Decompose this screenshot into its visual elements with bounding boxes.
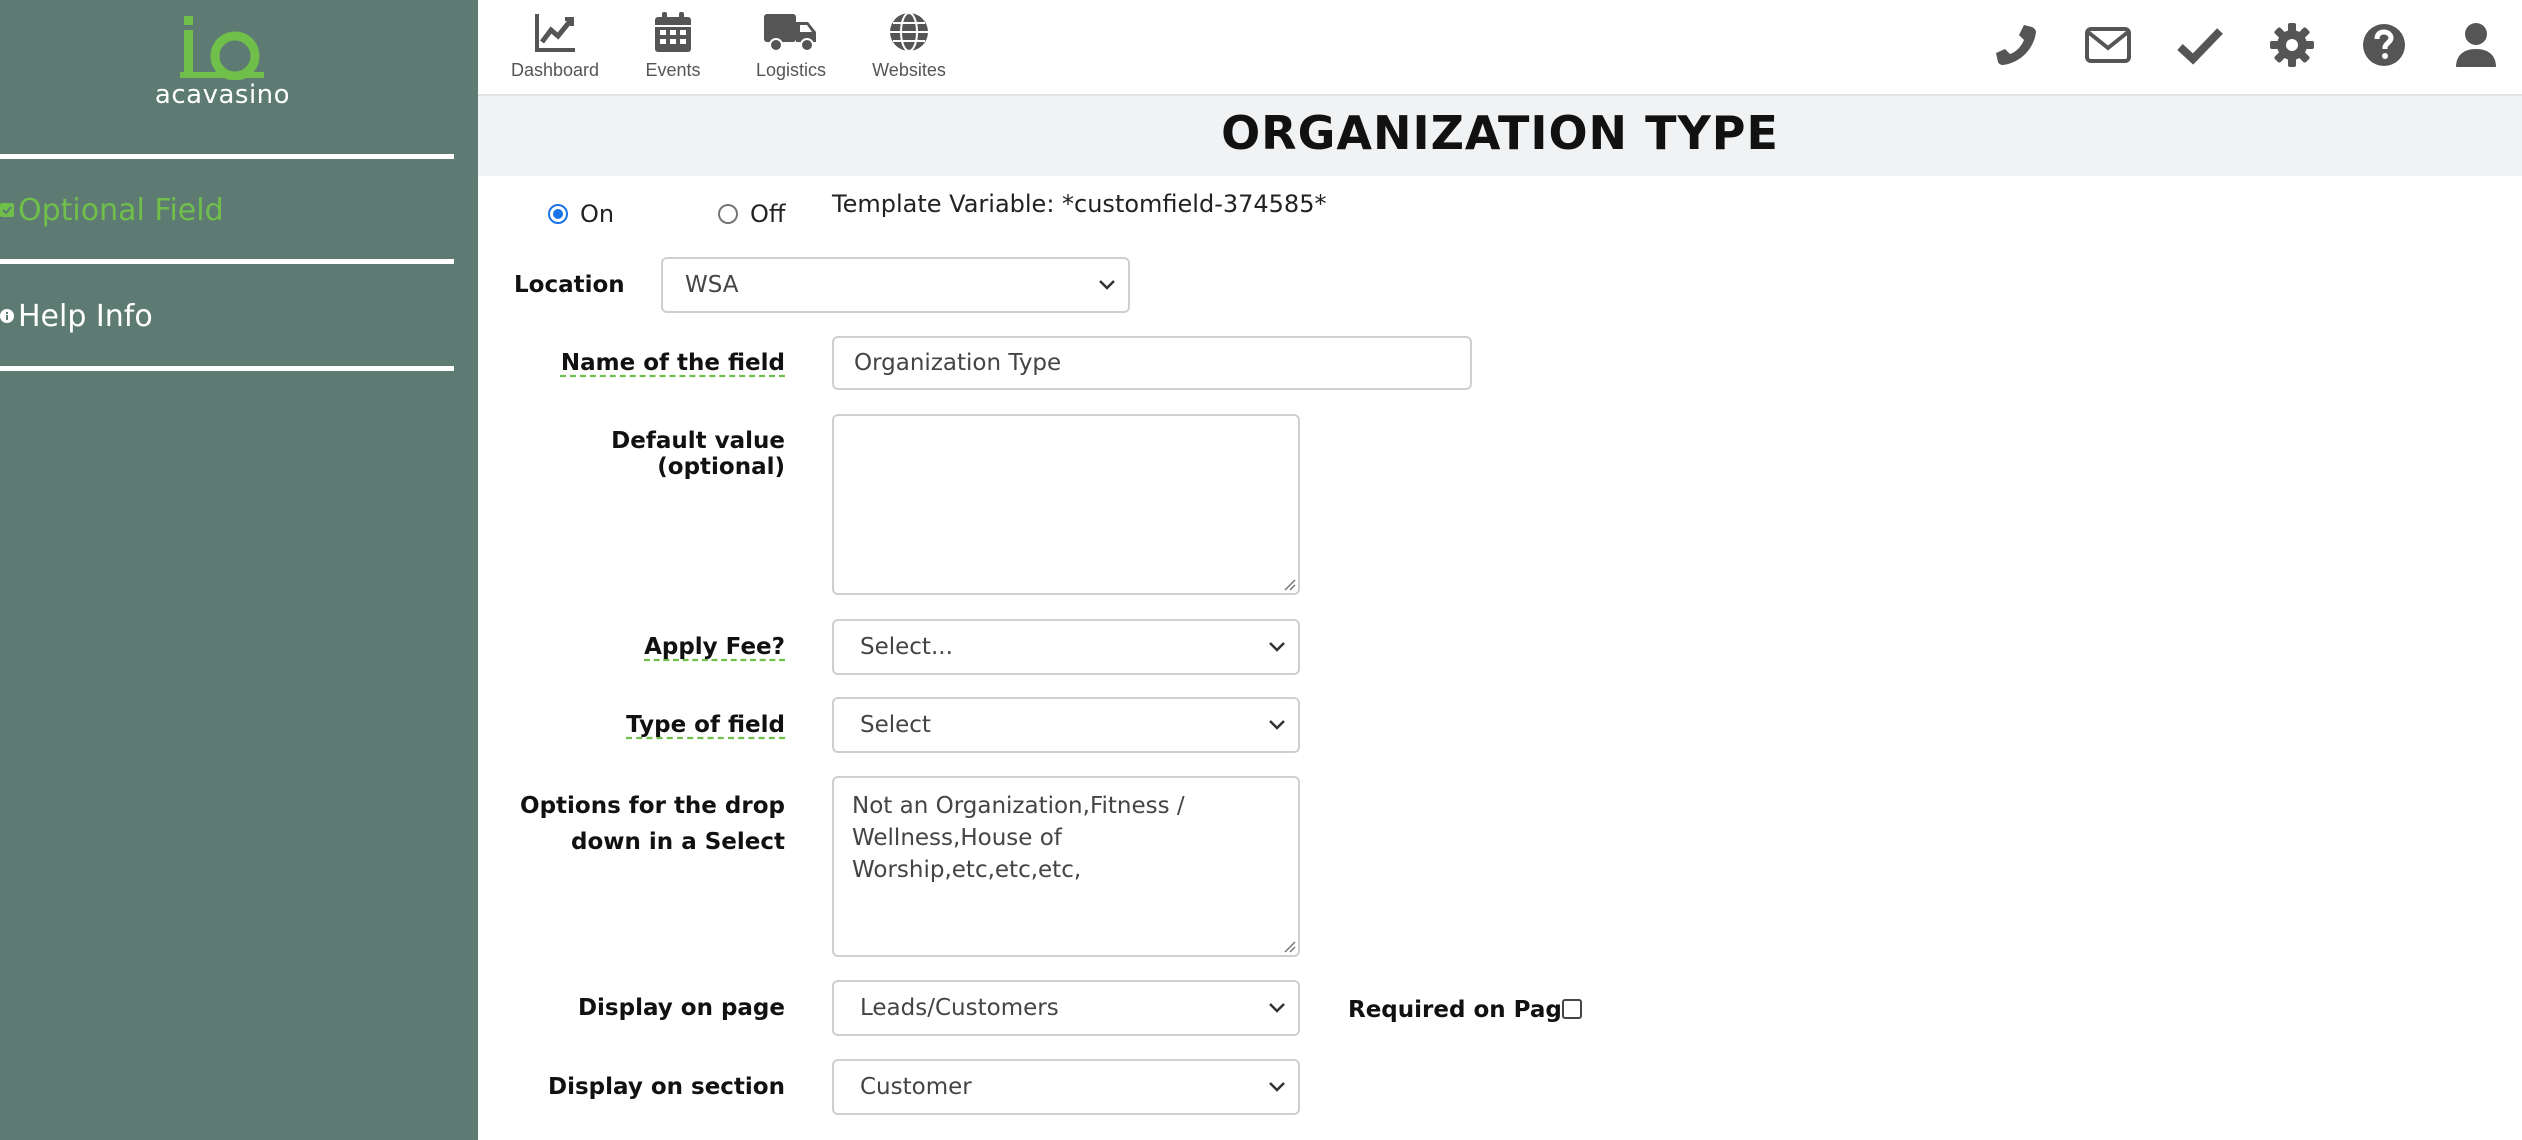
nav-logistics[interactable]: Logistics bbox=[732, 10, 850, 81]
profile-button[interactable] bbox=[2430, 20, 2522, 70]
apply-fee-value: Select... bbox=[860, 634, 953, 660]
status-on-radio[interactable]: On bbox=[548, 200, 614, 228]
chevron-down-icon bbox=[1269, 1082, 1285, 1092]
field-type-value: Select bbox=[860, 712, 931, 738]
display-section-select[interactable]: Customer bbox=[832, 1059, 1300, 1115]
options-label-line: Options for the drop bbox=[520, 793, 785, 819]
chevron-down-icon bbox=[1099, 280, 1115, 290]
sidebar-divider bbox=[0, 154, 454, 159]
field-type-select[interactable]: Select bbox=[832, 697, 1300, 753]
top-nav: Dashboard Events Logistics Websites bbox=[496, 10, 968, 81]
gear-icon bbox=[2270, 23, 2314, 67]
nav-label: Logistics bbox=[755, 60, 827, 80]
phone-button[interactable] bbox=[1970, 20, 2062, 70]
tasks-button[interactable] bbox=[2154, 20, 2246, 70]
truck-icon bbox=[764, 14, 816, 52]
messages-button[interactable] bbox=[2062, 20, 2154, 70]
location-value: WSA bbox=[685, 272, 739, 298]
envelope-icon bbox=[2085, 27, 2131, 63]
field-name-input[interactable]: Organization Type bbox=[832, 336, 1472, 390]
location-select[interactable]: WSA bbox=[661, 257, 1130, 313]
nav-label: Websites bbox=[872, 60, 946, 80]
field-name-value: Organization Type bbox=[854, 350, 1062, 376]
calendar-icon bbox=[655, 12, 691, 52]
radio-off-label: Off bbox=[750, 200, 786, 228]
logo-icon bbox=[180, 16, 264, 80]
sidebar-divider bbox=[0, 259, 454, 264]
chevron-down-icon bbox=[1269, 1003, 1285, 1013]
options-textarea[interactable]: Not an Organization,Fitness / Wellness,H… bbox=[832, 776, 1300, 957]
nav-label: Events bbox=[645, 60, 701, 80]
sidebar-item-label: Optional Field bbox=[18, 192, 224, 228]
options-label-line: down in a Select bbox=[571, 829, 785, 855]
chart-line-icon bbox=[535, 14, 575, 52]
field-type-label: Type of field bbox=[626, 712, 785, 738]
chevron-down-icon bbox=[1269, 642, 1285, 652]
nav-events[interactable]: Events bbox=[614, 10, 732, 81]
display-page-select[interactable]: Leads/Customers bbox=[832, 980, 1300, 1036]
top-right-icons bbox=[1970, 20, 2522, 70]
nav-dashboard[interactable]: Dashboard bbox=[496, 10, 614, 81]
globe-icon bbox=[890, 12, 928, 52]
field-name-label: Name of the field bbox=[560, 350, 785, 376]
check-icon bbox=[2177, 28, 2223, 65]
help-button[interactable] bbox=[2338, 20, 2430, 70]
sidebar-item-label: Help Info bbox=[18, 298, 153, 334]
template-variable: Template Variable: *customfield-374585* bbox=[832, 190, 1327, 218]
resize-grip-icon[interactable] bbox=[1282, 577, 1296, 591]
location-label: Location bbox=[514, 272, 625, 298]
nav-label: Dashboard bbox=[510, 60, 600, 80]
radio-on-label: On bbox=[580, 200, 615, 228]
display-page-label: Display on page bbox=[577, 995, 785, 1021]
default-value-textarea[interactable] bbox=[832, 414, 1300, 595]
required-on-page-checkbox[interactable] bbox=[1562, 999, 1582, 1019]
info-circle-icon bbox=[0, 309, 14, 323]
title-band: ORGANIZATION TYPE bbox=[478, 96, 2522, 176]
display-section-label: Display on section bbox=[548, 1074, 785, 1100]
sidebar-item-optional-field[interactable]: Optional Field bbox=[0, 190, 224, 230]
logo-text: acavasino bbox=[154, 80, 291, 110]
required-on-page-label: Required on Page bbox=[1348, 997, 1578, 1023]
top-bar: Dashboard Events Logistics Websites bbox=[478, 0, 2522, 96]
sidebar: acavasino Optional Field Help Info bbox=[0, 0, 478, 1140]
options-line: Worship,etc,etc,etc, bbox=[852, 857, 1082, 883]
user-icon bbox=[2456, 23, 2496, 67]
display-page-value: Leads/Customers bbox=[860, 995, 1059, 1021]
options-line: Not an Organization,Fitness / bbox=[852, 793, 1185, 819]
display-section-value: Customer bbox=[860, 1074, 972, 1100]
default-value-label: Default value (optional) bbox=[611, 428, 785, 480]
options-line: Wellness,House of bbox=[852, 825, 1062, 851]
phone-icon bbox=[1996, 25, 2036, 65]
status-off-radio[interactable]: Off bbox=[718, 200, 785, 228]
sidebar-item-help-info[interactable]: Help Info bbox=[0, 296, 153, 336]
apply-fee-select[interactable]: Select... bbox=[832, 619, 1300, 675]
question-circle-icon bbox=[2363, 24, 2405, 66]
nav-websites[interactable]: Websites bbox=[850, 10, 968, 81]
check-square-icon bbox=[0, 203, 14, 217]
sidebar-divider bbox=[0, 366, 454, 371]
radio-on-indicator[interactable] bbox=[548, 204, 568, 224]
radio-off-indicator[interactable] bbox=[718, 204, 738, 224]
options-label: Options for the drop down in a Select bbox=[480, 788, 785, 860]
apply-fee-label: Apply Fee? bbox=[644, 634, 785, 660]
page-title: ORGANIZATION TYPE bbox=[1221, 106, 1779, 160]
chevron-down-icon bbox=[1269, 720, 1285, 730]
resize-grip-icon[interactable] bbox=[1282, 939, 1296, 953]
settings-button[interactable] bbox=[2246, 20, 2338, 70]
